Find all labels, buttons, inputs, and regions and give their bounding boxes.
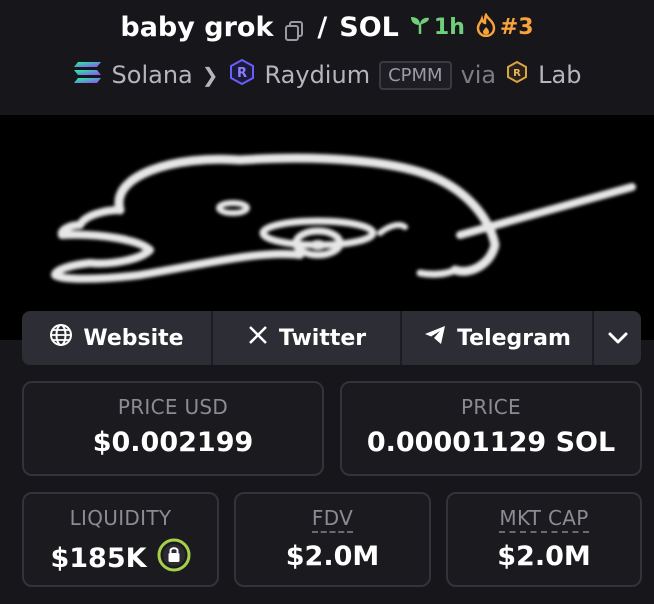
svg-text:R: R — [237, 66, 247, 81]
fdv-value: $2.0M — [285, 541, 380, 572]
market-cap-label[interactable]: MKT CAP — [499, 506, 589, 533]
via-label: via — [460, 61, 497, 89]
fdv-label[interactable]: FDV — [311, 506, 354, 533]
market-cap-card: MKT CAP $2.0M — [446, 492, 642, 587]
website-button[interactable]: Website — [22, 311, 213, 365]
seedling-icon — [409, 14, 431, 42]
pair-title-row: baby grok / SOL 1h #3 — [0, 11, 654, 43]
more-links-button[interactable] — [594, 311, 641, 365]
telegram-label: Telegram — [457, 325, 571, 351]
social-links-bar: Website Twitter Telegram — [22, 311, 641, 365]
copy-icon[interactable] — [283, 18, 305, 41]
pair-age-value: 1h — [433, 15, 465, 40]
chain-name[interactable]: Solana — [112, 61, 193, 89]
raydium-icon: R — [228, 58, 256, 92]
liquidity-label: LIQUIDITY — [69, 506, 172, 530]
trending-rank: #3 — [475, 11, 534, 43]
twitter-label: Twitter — [278, 325, 367, 351]
pair-age: 1h — [409, 14, 465, 42]
market-cap-value: $2.0M — [497, 541, 591, 572]
dex-name[interactable]: Raydium — [265, 61, 371, 89]
solana-icon — [73, 59, 103, 91]
quote-token: SOL — [339, 12, 399, 43]
liquidity-value: $185K — [50, 543, 147, 574]
svg-text:R: R — [513, 68, 521, 79]
price-native-value: 0.00001129 SOL — [366, 427, 616, 458]
telegram-icon — [423, 324, 447, 352]
liquidity-value-row: $185K — [50, 538, 191, 579]
price-native-card: PRICE 0.00001129 SOL — [340, 381, 642, 476]
price-usd-card: PRICE USD $0.002199 — [22, 381, 324, 476]
flame-icon — [475, 11, 497, 43]
launchpad-name[interactable]: Lab — [538, 61, 581, 89]
price-usd-label: PRICE USD — [117, 395, 229, 419]
chevron-down-icon — [607, 326, 629, 351]
website-label: Website — [83, 325, 184, 351]
lab-icon: R — [505, 60, 529, 90]
telegram-button[interactable]: Telegram — [402, 311, 594, 365]
pair-header: baby grok / SOL 1h #3 Solana ❯ R Raydium… — [0, 0, 654, 115]
token-banner-image — [0, 115, 654, 340]
price-usd-value: $0.002199 — [92, 427, 254, 458]
pair-route: Solana ❯ R Raydium CPMM via R Lab — [0, 58, 654, 92]
globe-icon — [49, 323, 73, 353]
chevron-right-icon: ❯ — [201, 63, 219, 87]
twitter-button[interactable]: Twitter — [213, 311, 402, 365]
trending-rank-value: #3 — [499, 15, 534, 40]
pair-separator: / — [317, 12, 328, 43]
pool-type-badge: CPMM — [379, 60, 452, 90]
token-name: baby grok — [120, 12, 274, 43]
liquidity-card: LIQUIDITY $185K — [22, 492, 219, 587]
price-native-label: PRICE — [461, 395, 521, 419]
lock-icon[interactable] — [157, 538, 191, 579]
fdv-card: FDV $2.0M — [234, 492, 431, 587]
x-icon — [247, 324, 269, 352]
